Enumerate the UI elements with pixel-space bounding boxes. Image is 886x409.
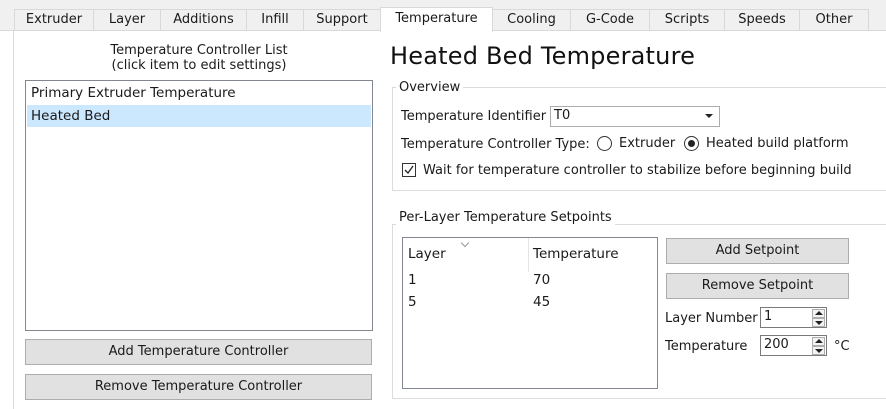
tab-speeds[interactable]: Speeds: [724, 9, 800, 31]
layer-number-value: 1: [764, 309, 773, 324]
temperature-unit: °C: [834, 339, 850, 354]
tab-strip: Extruder Layer Additions Infill Support …: [0, 0, 886, 32]
extruder-radio-label: Extruder: [619, 136, 676, 151]
setpoints-grid[interactable]: Layer Temperature 1 70 5 45: [402, 237, 658, 389]
stepper-up-icon[interactable]: [812, 309, 825, 318]
heated-build-platform-radio-label: Heated build platform: [706, 136, 849, 151]
stepper-up-icon[interactable]: [812, 337, 825, 346]
table-row-2-layer[interactable]: 5: [408, 294, 417, 310]
layer-number-stepper[interactable]: 1: [760, 307, 827, 328]
temperature-value: 200: [764, 337, 789, 352]
tab-cooling[interactable]: Cooling: [492, 9, 571, 31]
column-divider: [528, 238, 529, 272]
temperature-stepper[interactable]: 200: [760, 335, 827, 356]
controller-list-hint: (click item to edit settings): [111, 58, 287, 73]
page-title: Heated Bed Temperature: [390, 42, 696, 70]
table-row-1-layer[interactable]: 1: [408, 272, 417, 288]
stepper-down-icon[interactable]: [812, 346, 825, 355]
remove-setpoint-button[interactable]: Remove Setpoint: [666, 273, 849, 299]
tab-scripts[interactable]: Scripts: [649, 9, 725, 31]
temperature-identifier-value: T0: [554, 108, 571, 123]
tab-infill[interactable]: Infill: [246, 9, 304, 31]
setpoints-group-title: Per-Layer Temperature Setpoints: [396, 210, 615, 225]
temperature-identifier-select[interactable]: T0: [550, 106, 720, 127]
column-header-layer[interactable]: Layer: [408, 246, 446, 262]
stepper-down-icon[interactable]: [812, 318, 825, 327]
tab-other[interactable]: Other: [799, 9, 869, 31]
remove-temperature-controller-button[interactable]: Remove Temperature Controller: [25, 374, 372, 400]
wait-stabilize-checkbox[interactable]: [402, 163, 416, 177]
tab-extruder[interactable]: Extruder: [14, 9, 94, 31]
temperature-controller-list[interactable]: Primary Extruder Temperature Heated Bed: [25, 80, 373, 331]
tab-temperature[interactable]: Temperature: [380, 7, 493, 32]
overview-group-title: Overview: [396, 80, 464, 95]
controller-type-label: Temperature Controller Type:: [401, 137, 590, 152]
tab-support[interactable]: Support: [303, 9, 381, 31]
chevron-down-icon: [705, 114, 713, 118]
checkmark-icon: [404, 165, 414, 175]
table-row-2-temperature[interactable]: 45: [533, 294, 550, 310]
extruder-radio[interactable]: [597, 136, 612, 151]
wait-stabilize-label: Wait for temperature controller to stabi…: [423, 163, 852, 178]
tab-gcode[interactable]: G-Code: [570, 9, 650, 31]
column-header-temperature[interactable]: Temperature: [533, 246, 619, 262]
list-item-primary-extruder[interactable]: Primary Extruder Temperature: [27, 82, 371, 104]
heated-build-platform-radio[interactable]: [684, 136, 699, 151]
tab-additions[interactable]: Additions: [160, 9, 247, 31]
controller-list-caption: Temperature Controller List: [110, 43, 288, 58]
sort-chevron-icon: [460, 238, 470, 248]
temperature-identifier-label: Temperature Identifier: [401, 109, 547, 124]
add-temperature-controller-button[interactable]: Add Temperature Controller: [25, 339, 372, 365]
table-row-1-temperature[interactable]: 70: [533, 272, 550, 288]
layer-number-label: Layer Number: [665, 311, 758, 326]
tab-layer[interactable]: Layer: [93, 9, 161, 31]
add-setpoint-button[interactable]: Add Setpoint: [666, 238, 849, 264]
temperature-setpoint-label: Temperature: [665, 339, 748, 354]
list-item-heated-bed[interactable]: Heated Bed: [27, 105, 371, 127]
